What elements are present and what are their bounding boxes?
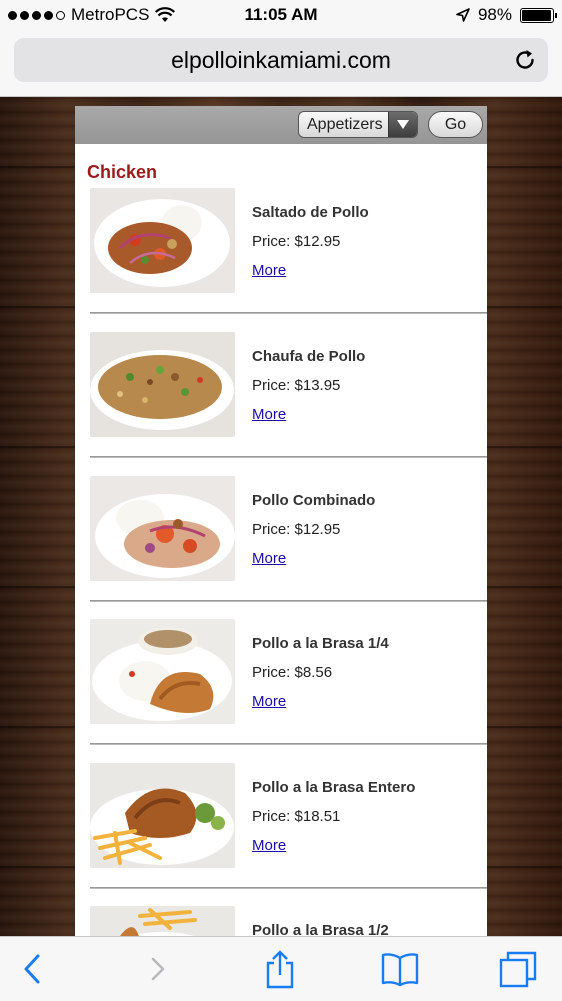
divider (90, 743, 487, 745)
browser-bottom-toolbar (0, 936, 562, 1001)
item-price: Price: $12.95 (252, 521, 341, 538)
more-link[interactable]: More (252, 693, 286, 710)
bookmarks-icon (381, 953, 419, 987)
bookmarks-button[interactable] (380, 951, 420, 987)
dish-photo (90, 332, 235, 437)
menu-item: Saltado de Pollo Price: $12.95 More (90, 188, 487, 332)
divider (90, 600, 487, 602)
back-icon (24, 954, 40, 984)
divider (90, 312, 487, 314)
dish-photo (90, 763, 235, 868)
tabs-icon (499, 951, 537, 988)
share-button[interactable] (260, 950, 300, 989)
battery-icon (520, 7, 557, 23)
more-link[interactable]: More (252, 550, 286, 567)
menu-item: Pollo Combinado Price: $12.95 More (90, 476, 487, 620)
item-price: Price: $13.95 (252, 377, 341, 394)
item-name: Saltado de Pollo (252, 204, 369, 221)
menu-item: Pollo a la Brasa 1/4 Price: $8.56 More (90, 619, 487, 763)
item-name: Chaufa de Pollo (252, 348, 366, 365)
category-select[interactable]: Appetizers (298, 111, 418, 138)
forward-icon (151, 957, 165, 981)
url-text: elpolloinkamiami.com (171, 46, 391, 73)
more-link[interactable]: More (252, 406, 286, 423)
dish-photo (90, 188, 235, 293)
item-name: Pollo a la Brasa Entero (252, 779, 416, 796)
menu-item: Chaufa de Pollo Price: $13.95 More (90, 332, 487, 476)
section-title: Chicken (87, 162, 158, 182)
chevron-down-icon (388, 112, 417, 137)
item-price: Price: $8.56 (252, 664, 333, 681)
category-select-value: Appetizers (307, 116, 383, 133)
dish-photo (90, 476, 235, 581)
item-price: Price: $12.95 (252, 233, 341, 250)
item-name: Pollo Combinado (252, 492, 376, 509)
address-bar[interactable]: elpolloinkamiami.com (14, 38, 548, 82)
back-button[interactable] (12, 951, 52, 987)
status-right: 98% (456, 5, 557, 25)
forward-button[interactable] (138, 951, 178, 987)
go-button[interactable]: Go (428, 111, 483, 138)
item-price: Price: $18.51 (252, 808, 341, 825)
category-toolbar: Appetizers Go (75, 106, 487, 144)
tabs-button[interactable] (498, 951, 538, 988)
location-arrow-icon (456, 8, 470, 22)
dish-photo (90, 906, 235, 936)
status-bar: MetroPCS 11:05 AM 98% (0, 0, 562, 30)
menu-item: Pollo a la Brasa 1/2 (90, 906, 487, 936)
more-link[interactable]: More (252, 262, 286, 279)
item-name: Pollo a la Brasa 1/2 (252, 922, 389, 936)
menu-panel: Appetizers Go Chicken Saltado de Pollo P… (75, 106, 487, 936)
divider (90, 887, 487, 889)
battery-percent: 98% (477, 5, 512, 24)
menu-item: Pollo a la Brasa Entero Price: $18.51 Mo… (90, 763, 487, 907)
divider (90, 456, 487, 458)
item-name: Pollo a la Brasa 1/4 (252, 635, 389, 652)
share-icon (266, 950, 294, 989)
dish-photo (90, 619, 235, 724)
reload-icon[interactable] (512, 47, 538, 73)
browser-address-area: elpolloinkamiami.com (0, 30, 562, 97)
more-link[interactable]: More (252, 837, 286, 854)
